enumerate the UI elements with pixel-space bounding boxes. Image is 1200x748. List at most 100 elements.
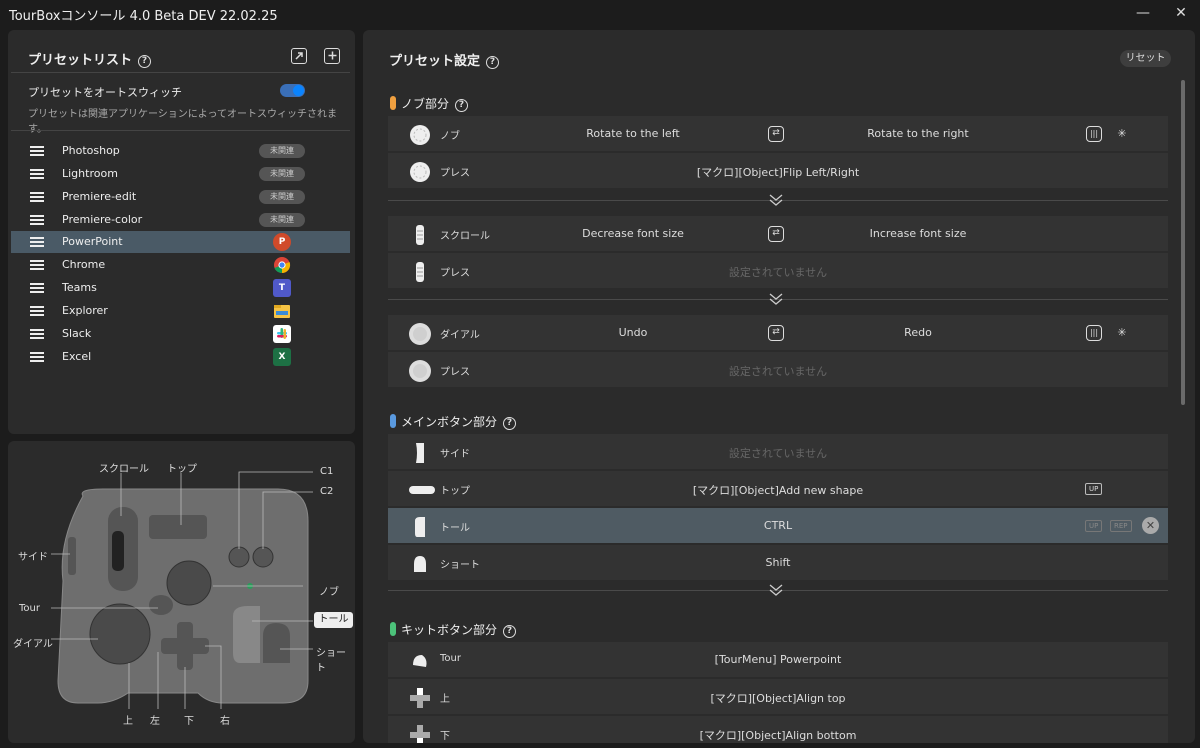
- preset-name: Premiere-edit: [62, 190, 137, 203]
- dial-icon: [409, 323, 431, 345]
- tall-button-icon: [415, 517, 425, 537]
- unlinked-badge: 未関連: [259, 213, 305, 227]
- section-color-marker: [390, 414, 396, 428]
- row-tour[interactable]: Tour [TourMenu] Powerpoint: [388, 642, 1168, 678]
- row-top[interactable]: トップ [マクロ][Object]Add new shape UP: [388, 471, 1168, 507]
- row-tall[interactable]: トール CTRL UP REP ✕: [388, 508, 1168, 544]
- plus-icon[interactable]: [324, 48, 340, 64]
- haptic-icon[interactable]: |||: [1086, 325, 1102, 341]
- device-label-tour: Tour: [19, 603, 40, 614]
- speed-icon[interactable]: ✳: [1114, 325, 1130, 341]
- scroll-icon: [416, 225, 424, 245]
- row-side[interactable]: サイド 設定されていません: [388, 434, 1168, 470]
- action[interactable]: [マクロ][Object]Add new shape: [528, 482, 1028, 498]
- preset-item-chrome[interactable]: Chrome: [11, 254, 350, 276]
- repeat-tag[interactable]: REP: [1110, 520, 1132, 532]
- row-dpad-up[interactable]: 上 [マクロ][Object]Align top: [388, 679, 1168, 715]
- unlinked-badge: 未関連: [259, 144, 305, 158]
- preset-item-photoshop[interactable]: Photoshop 未関連: [11, 140, 350, 162]
- drag-handle-icon[interactable]: [30, 329, 44, 339]
- swap-icon[interactable]: ⇄: [768, 126, 784, 142]
- drag-handle-icon[interactable]: [30, 237, 44, 247]
- control-name: ダイアル: [440, 330, 480, 341]
- haptic-icon[interactable]: |||: [1086, 126, 1102, 142]
- drag-handle-icon[interactable]: [30, 192, 44, 202]
- preset-list-header: プリセットリスト?: [28, 49, 152, 68]
- drag-handle-icon[interactable]: [30, 169, 44, 179]
- row-scroll-rotate[interactable]: スクロール Decrease font size ⇄ Increase font…: [388, 216, 1168, 252]
- preset-item-powerpoint[interactable]: PowerPoint P: [11, 231, 350, 253]
- preset-item-explorer[interactable]: Explorer: [11, 300, 350, 322]
- row-dpad-down[interactable]: 下 [マクロ][Object]Align bottom: [388, 716, 1168, 743]
- action-unassigned[interactable]: 設定されていません: [528, 363, 1028, 379]
- close-button[interactable]: ✕: [1166, 0, 1196, 28]
- drag-handle-icon[interactable]: [30, 215, 44, 225]
- up-tag[interactable]: UP: [1085, 520, 1103, 532]
- preset-name: Teams: [62, 281, 97, 294]
- preset-item-premiere-edit[interactable]: Premiere-edit 未関連: [11, 186, 350, 208]
- action[interactable]: [TourMenu] Powerpoint: [528, 653, 1028, 666]
- chevron-down-icon[interactable]: [768, 583, 784, 597]
- preset-list-title: プリセットリスト: [28, 53, 133, 68]
- action-left[interactable]: Rotate to the left: [568, 127, 698, 140]
- preset-name: Excel: [62, 350, 92, 363]
- chevron-down-icon[interactable]: [768, 193, 784, 207]
- swap-icon[interactable]: ⇄: [768, 226, 784, 242]
- reset-button[interactable]: リセット: [1120, 50, 1171, 67]
- section-color-marker: [390, 96, 396, 110]
- action-unassigned[interactable]: 設定されていません: [528, 264, 1028, 280]
- scrollbar[interactable]: [1181, 80, 1185, 405]
- remove-icon[interactable]: ✕: [1142, 517, 1159, 534]
- action-right[interactable]: Rotate to the right: [853, 127, 983, 140]
- section-title: ノブ部分: [401, 97, 450, 111]
- help-icon[interactable]: ?: [455, 99, 469, 112]
- action-left[interactable]: Decrease font size: [568, 227, 698, 240]
- divider: [11, 130, 350, 131]
- row-dial-rotate[interactable]: ダイアル Undo ⇄ Redo ||| ✳: [388, 315, 1168, 351]
- drag-handle-icon[interactable]: [30, 260, 44, 270]
- control-name: プレス: [440, 168, 470, 179]
- action[interactable]: Shift: [528, 556, 1028, 569]
- preset-item-excel[interactable]: Excel X: [11, 346, 350, 368]
- row-scroll-press[interactable]: プレス 設定されていません: [388, 253, 1168, 289]
- up-tag[interactable]: UP: [1085, 483, 1103, 495]
- help-icon[interactable]: ?: [503, 625, 517, 638]
- action[interactable]: CTRL: [528, 519, 1028, 532]
- import-icon[interactable]: [291, 48, 307, 64]
- action[interactable]: [マクロ][Object]Align top: [528, 690, 1028, 706]
- action-unassigned[interactable]: 設定されていません: [528, 445, 1028, 461]
- help-icon[interactable]: ?: [486, 56, 500, 69]
- action-right[interactable]: Redo: [853, 326, 983, 339]
- chevron-down-icon[interactable]: [768, 292, 784, 306]
- row-dial-press[interactable]: プレス 設定されていません: [388, 352, 1168, 388]
- row-knob-press[interactable]: プレス [マクロ][Object]Flip Left/Right: [388, 153, 1168, 189]
- auto-switch-toggle[interactable]: [280, 84, 305, 97]
- short-button-icon: [414, 556, 426, 572]
- help-icon[interactable]: ?: [503, 417, 517, 430]
- device-label-tall[interactable]: トール: [314, 612, 353, 628]
- drag-handle-icon[interactable]: [30, 306, 44, 316]
- drag-handle-icon[interactable]: [30, 352, 44, 362]
- device-label-top: トップ: [167, 464, 197, 475]
- device-diagram-panel: スクロール トップ C1 C2 サイド ノブ Tour トール ダイアル ショー…: [8, 441, 355, 743]
- drag-handle-icon[interactable]: [30, 283, 44, 293]
- preset-item-teams[interactable]: Teams T: [11, 277, 350, 299]
- row-knob-rotate[interactable]: ノブ Rotate to the left ⇄ Rotate to the ri…: [388, 116, 1168, 152]
- drag-handle-icon[interactable]: [30, 146, 44, 156]
- knob-icon: [410, 125, 430, 145]
- section-title: メインボタン部分: [401, 415, 498, 429]
- preset-item-lightroom[interactable]: Lightroom 未関連: [11, 163, 350, 185]
- action-left[interactable]: Undo: [568, 326, 698, 339]
- help-icon[interactable]: ?: [138, 55, 152, 68]
- swap-icon[interactable]: ⇄: [768, 325, 784, 341]
- minimize-button[interactable]: —: [1128, 0, 1158, 28]
- action-right[interactable]: Increase font size: [853, 227, 983, 240]
- action[interactable]: [マクロ][Object]Align bottom: [528, 727, 1028, 743]
- preset-item-slack[interactable]: Slack: [11, 323, 350, 345]
- speed-icon[interactable]: ✳: [1114, 126, 1130, 142]
- control-name: トップ: [440, 486, 470, 497]
- row-short[interactable]: ショート Shift: [388, 545, 1168, 581]
- preset-settings-title: プリセット設定: [389, 54, 481, 69]
- action[interactable]: [マクロ][Object]Flip Left/Right: [528, 164, 1028, 180]
- preset-item-premiere-color[interactable]: Premiere-color 未関連: [11, 209, 350, 231]
